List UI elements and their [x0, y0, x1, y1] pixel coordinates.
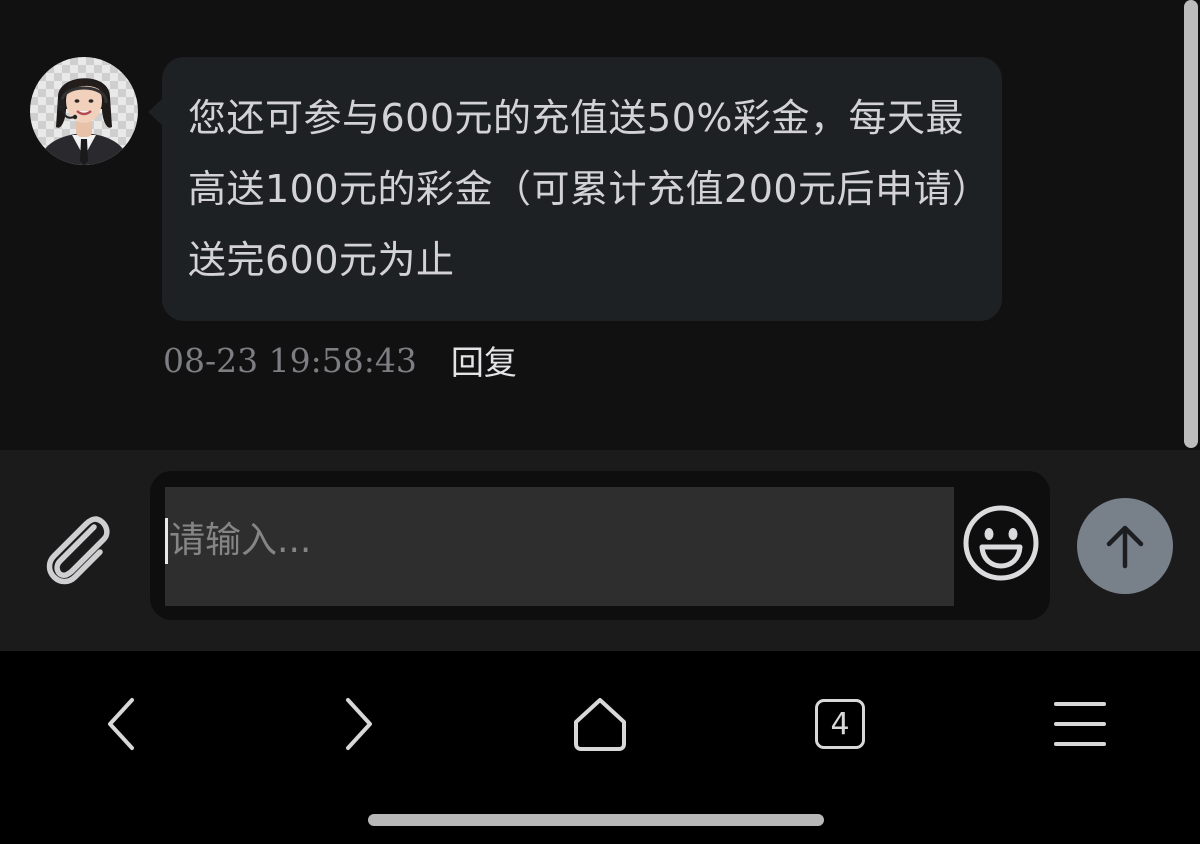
- message-timestamp: 08-23 19:58:43: [163, 340, 417, 380]
- message-input[interactable]: [165, 487, 954, 606]
- message-meta: 08-23 19:58:43 回复: [163, 336, 517, 384]
- message-bubble: 您还可参与600元的充值送50%彩金，每天最高送100元的彩金（可累计充值200…: [162, 57, 1002, 321]
- chevron-left-icon: [108, 698, 134, 750]
- attach-button[interactable]: [34, 505, 118, 589]
- smiley-icon: [963, 505, 1039, 581]
- tab-count: 4: [830, 706, 850, 742]
- menu-button[interactable]: [1040, 684, 1120, 764]
- tabs-button[interactable]: 4: [800, 684, 880, 764]
- message-bubble-tail: [148, 98, 163, 126]
- forward-button[interactable]: [320, 684, 400, 764]
- home-icon: [574, 698, 626, 751]
- agent-avatar-icon: [38, 78, 130, 165]
- home-button[interactable]: [560, 684, 640, 764]
- text-caret: [165, 518, 168, 564]
- chat-scrollbar[interactable]: [1182, 0, 1200, 450]
- home-indicator[interactable]: [368, 814, 824, 826]
- agent-avatar: [30, 57, 138, 165]
- emoji-button[interactable]: [960, 502, 1042, 584]
- reply-button[interactable]: 回复: [451, 336, 517, 384]
- scrollbar-thumb[interactable]: [1184, 0, 1198, 448]
- hamburger-menu-icon: [1054, 702, 1106, 746]
- tabs-icon: 4: [815, 699, 865, 749]
- paperclip-icon: [46, 516, 110, 585]
- send-button[interactable]: [1077, 498, 1173, 594]
- back-button[interactable]: [80, 684, 160, 764]
- message-text: 您还可参与600元的充值送50%彩金，每天最高送100元的彩金（可累计充值200…: [188, 96, 972, 282]
- chevron-right-icon: [346, 698, 372, 750]
- arrow-up-icon: [1106, 525, 1144, 569]
